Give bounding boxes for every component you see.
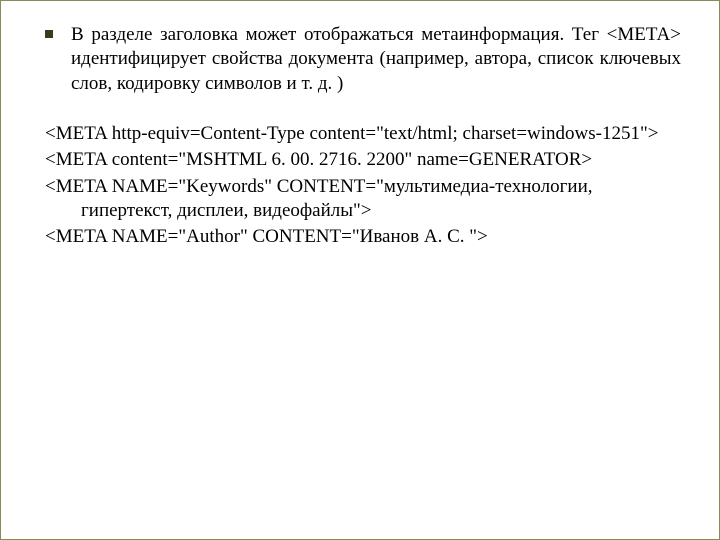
square-bullet-icon — [45, 30, 53, 38]
code-line: <META NAME="Author" CONTENT="Иванов А. С… — [45, 225, 681, 249]
code-line: <META content="MSHTML 6. 00. 2716. 2200"… — [45, 148, 681, 172]
bullet-text: В разделе заголовка может отображаться м… — [71, 23, 681, 96]
code-line: <META http-equiv=Content-Type content="t… — [45, 122, 681, 146]
slide-content: В разделе заголовка может отображаться м… — [1, 1, 719, 250]
code-block: <META http-equiv=Content-Type content="t… — [39, 122, 681, 250]
code-line: <META NAME="Keywords" CONTENT="мультимед… — [45, 175, 681, 224]
bullet-item: В разделе заголовка может отображаться м… — [39, 23, 681, 96]
